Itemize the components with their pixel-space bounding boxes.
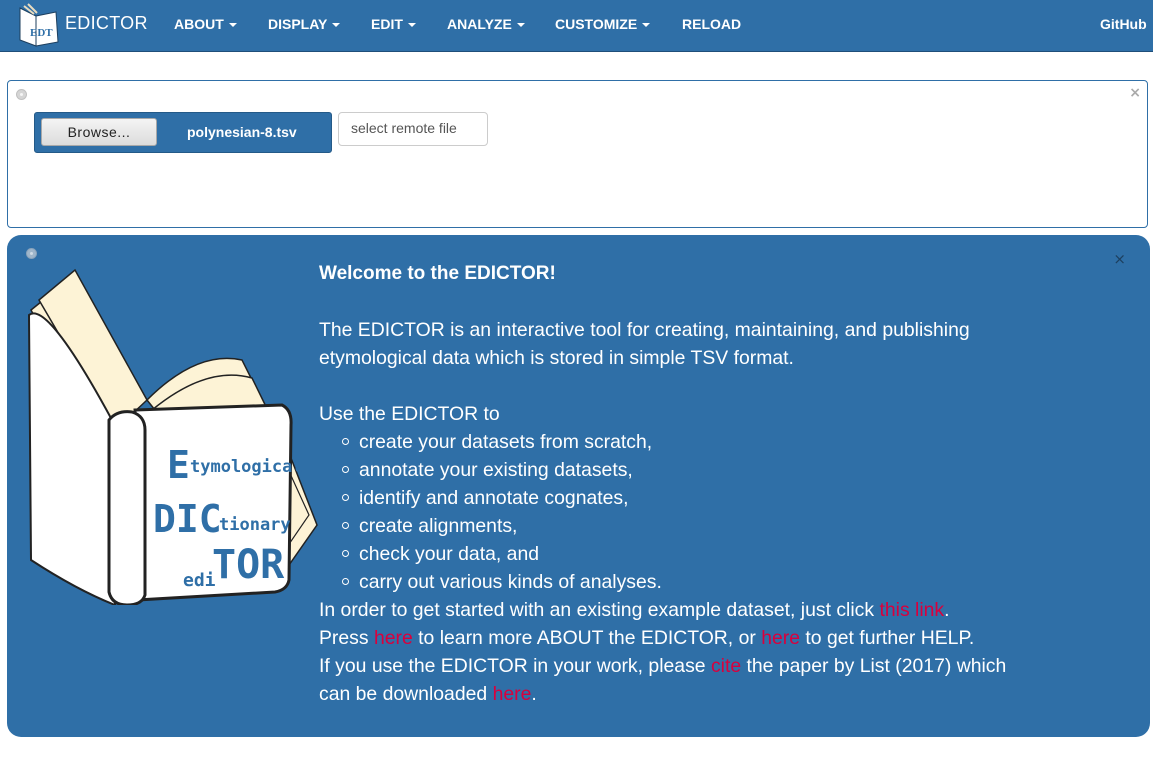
help-link[interactable]: here — [761, 627, 800, 649]
example-dataset-link[interactable]: this link — [879, 599, 944, 621]
help-text-c: to get further HELP. — [800, 627, 975, 649]
menu-about-label: ABOUT — [174, 16, 224, 32]
menu-about[interactable]: ABOUT — [174, 16, 237, 32]
menu-customize[interactable]: CUSTOMIZE — [555, 16, 651, 32]
example-text: In order to get started with an existing… — [319, 599, 880, 621]
menu-reload[interactable]: RELOAD — [682, 16, 741, 32]
use-list: create your datasets from scratch, annot… — [319, 428, 1019, 596]
selected-file-name: polynesian-8.tsv — [187, 124, 297, 140]
caret-down-icon — [407, 23, 416, 28]
menu-reload-label: RELOAD — [682, 16, 742, 32]
brand-title[interactable]: EDICTOR — [65, 13, 148, 34]
help-line: Press here to learn more ABOUT the EDICT… — [319, 624, 1019, 652]
github-link[interactable]: GitHub — [1100, 16, 1147, 32]
file-panel: × Browse... polynesian-8.tsv select remo… — [7, 80, 1148, 228]
file-input-bar: Browse... polynesian-8.tsv — [34, 112, 332, 153]
menu-edit-label: EDIT — [371, 16, 403, 32]
logo-word-tionary: tionary — [219, 515, 291, 535]
use-heading: Use the EDICTOR to — [319, 403, 500, 425]
example-dataset-line: In order to get started with an existing… — [319, 596, 1019, 624]
cite-link[interactable]: cite — [711, 655, 741, 677]
caret-down-icon — [228, 23, 237, 28]
cite-text-a: If you use the EDICTOR in your work, ple… — [319, 655, 711, 677]
panel-handle-icon[interactable] — [16, 89, 27, 100]
list-item: create your datasets from scratch, — [342, 428, 1019, 456]
list-item: identify and annotate cognates, — [342, 484, 1019, 512]
logo-letter-e: E — [167, 443, 190, 487]
caret-down-icon — [642, 23, 651, 28]
download-paper-link[interactable]: here — [493, 683, 532, 705]
browse-button[interactable]: Browse... — [41, 118, 157, 146]
welcome-panel: × E tymological DIC tionary edi TOR Welc… — [7, 235, 1150, 737]
help-text-a: Press — [319, 627, 374, 649]
panel-handle-icon[interactable] — [26, 248, 37, 259]
logo-word-tymological: tymological — [190, 457, 303, 477]
navbar: EDT EDICTOR ABOUT DISPLAY EDIT ANALYZE C… — [0, 0, 1153, 52]
logo-word-dic: DIC — [153, 497, 222, 541]
menu-display-label: DISPLAY — [268, 16, 328, 32]
welcome-close-icon[interactable]: × — [1113, 250, 1126, 268]
cite-line: If you use the EDICTOR in your work, ple… — [319, 652, 1019, 708]
welcome-intro: The EDICTOR is an interactive tool for c… — [319, 319, 970, 369]
help-text-b: to learn more ABOUT the EDICTOR, or — [412, 627, 762, 649]
menu-edit[interactable]: EDIT — [371, 16, 416, 32]
brand-logo-icon[interactable]: EDT — [10, 2, 60, 50]
list-item: check your data, and — [342, 540, 1019, 568]
list-item: annotate your existing datasets, — [342, 456, 1019, 484]
about-link[interactable]: here — [374, 627, 413, 649]
logo-word-tor: TOR — [212, 542, 285, 588]
caret-down-icon — [332, 23, 341, 28]
welcome-title: Welcome to the EDICTOR! — [319, 263, 556, 284]
menu-analyze-label: ANALYZE — [447, 16, 512, 32]
cite-text-c: . — [531, 683, 537, 705]
brand-logo-letters: EDT — [30, 27, 53, 39]
file-panel-close-icon[interactable]: × — [1129, 86, 1141, 100]
menu-customize-label: CUSTOMIZE — [555, 16, 638, 32]
logo-word-edi: edi — [183, 570, 216, 591]
menu-analyze[interactable]: ANALYZE — [447, 16, 525, 32]
example-text-end: . — [944, 599, 950, 621]
edictor-book-logo-icon: E tymological DIC tionary edi TOR — [27, 268, 318, 605]
list-item: carry out various kinds of analyses. — [342, 568, 1019, 596]
menu-display[interactable]: DISPLAY — [268, 16, 341, 32]
welcome-content: Welcome to the EDICTOR! The EDICTOR is a… — [319, 260, 1019, 708]
list-item: create alignments, — [342, 512, 1019, 540]
caret-down-icon — [516, 23, 525, 28]
remote-file-select[interactable]: select remote file — [338, 112, 488, 146]
